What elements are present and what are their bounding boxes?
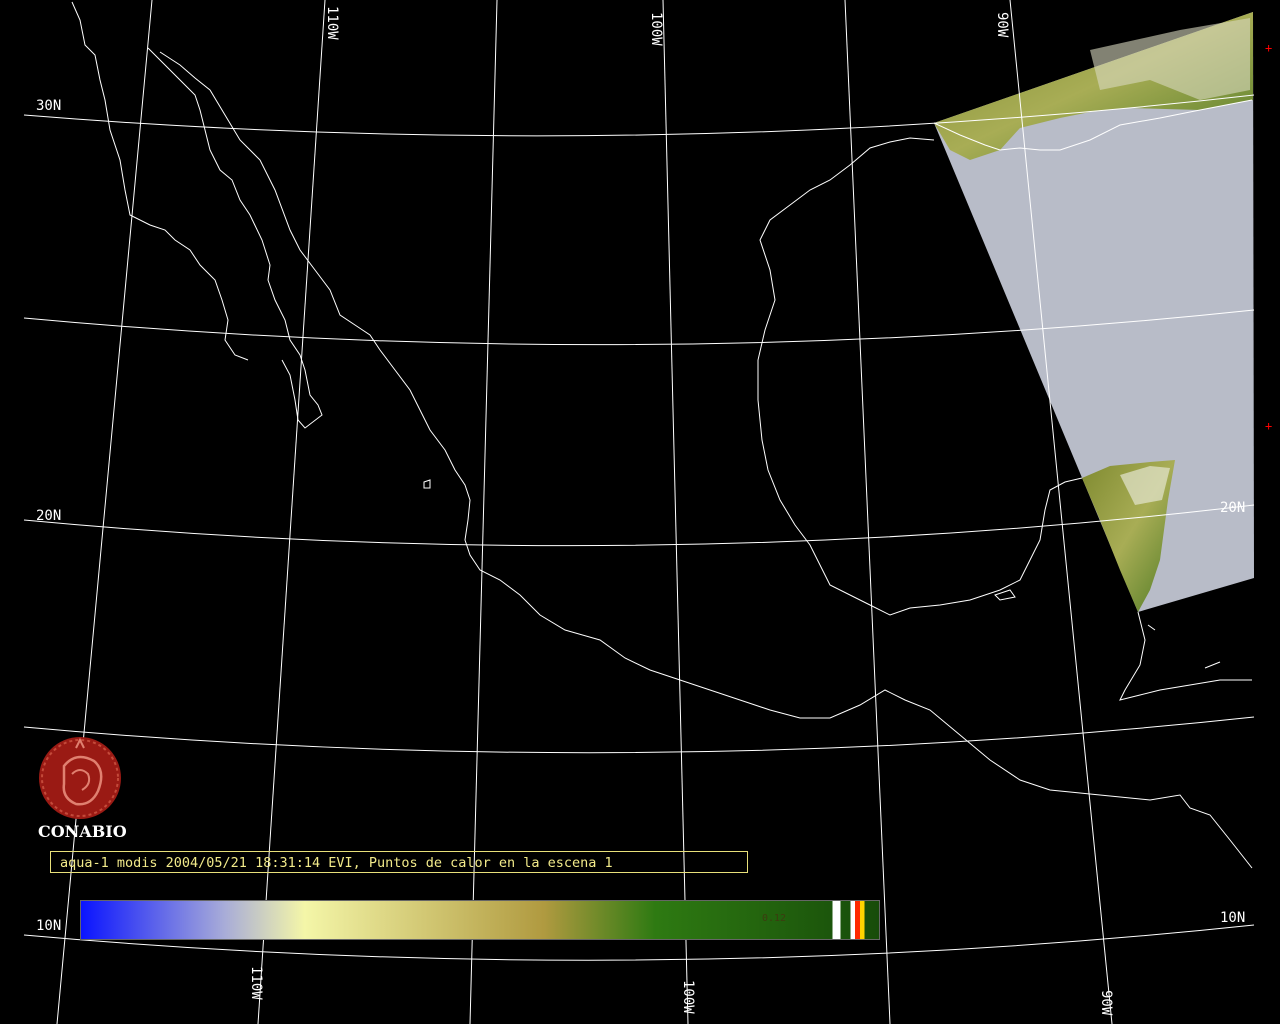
scene-caption: aqua-1 modis 2004/05/21 18:31:14 EVI, Pu…	[50, 851, 748, 873]
lon-label-top-90w: 90W	[994, 12, 1010, 38]
lon-label-top-110w: 110W	[324, 6, 340, 40]
lat-label-right-20n: 20N	[1220, 500, 1245, 516]
lat-label-left-10n: 10N	[36, 918, 61, 934]
hotspot-marker: +	[1265, 419, 1272, 433]
lat-label-left-20n: 20N	[36, 508, 61, 524]
lat-label-left-30n: 30N	[36, 98, 61, 114]
lon-label-bottom-100w: 100W	[680, 980, 696, 1014]
evi-colorbar	[80, 900, 880, 940]
lon-label-top-100w: 100W	[648, 12, 664, 46]
logo-text: CONABIO	[38, 822, 127, 841]
lon-label-bottom-90w: 90W	[1098, 990, 1114, 1016]
colorbar-tick-label: 0.12	[762, 913, 787, 924]
lon-label-bottom-110w: 110W	[248, 966, 264, 1000]
lat-label-right-10n: 10N	[1220, 910, 1245, 926]
hotspot-marker: +	[1265, 41, 1272, 55]
